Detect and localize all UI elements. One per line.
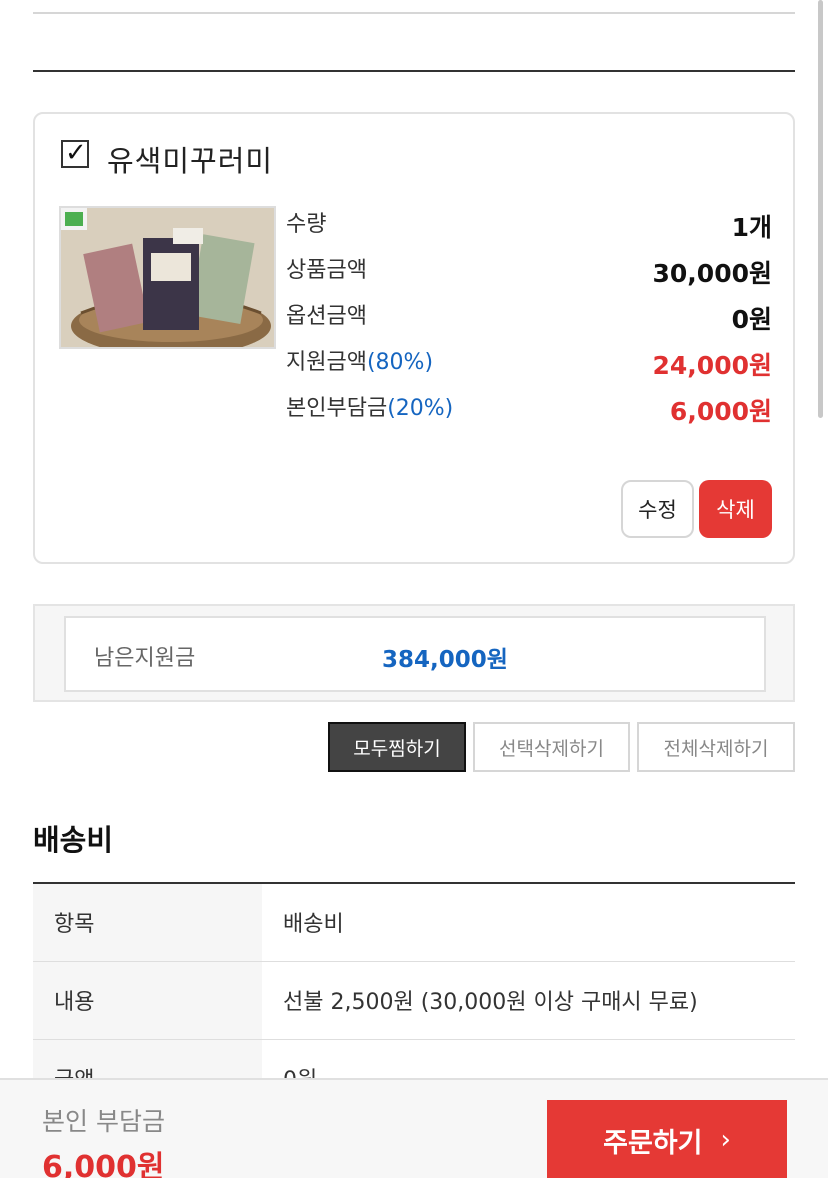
wishlist-all-button[interactable]: 모두찜하기 [328, 722, 466, 772]
info-value: 30,000원 [652, 259, 772, 288]
shipping-title: 배송비 [33, 823, 114, 857]
info-label: 옵션금액 [286, 304, 367, 329]
table-row: 내용 선불 2,500원 (30,000원 이상 구매시 무료) [33, 962, 795, 1040]
self-pay-value: 6,000원 [42, 1150, 165, 1178]
delete-all-button[interactable]: 전체삭제하기 [637, 722, 795, 772]
info-label: 지원금액(80%) [286, 350, 434, 375]
info-label: 상품금액 [286, 258, 367, 283]
info-value: 24,000원 [652, 351, 772, 380]
edit-button[interactable]: 수정 [621, 480, 694, 538]
checkmark-icon: ✓ [65, 138, 87, 168]
percent-label: (20%) [387, 396, 454, 421]
table-key: 항목 [33, 884, 262, 961]
table-key: 내용 [33, 962, 262, 1039]
table-value: 배송비 [283, 912, 344, 937]
scrollbar-thumb[interactable] [818, 0, 823, 418]
product-name: 유색미꾸러미 [107, 144, 274, 178]
delete-selected-button[interactable]: 선택삭제하기 [473, 722, 630, 772]
remaining-support-box: 남은지원금 384,000원 [33, 604, 795, 702]
order-button[interactable]: 주문하기 › [547, 1100, 787, 1178]
info-label: 수량 [286, 212, 327, 237]
delete-button[interactable]: 삭제 [699, 480, 772, 538]
top-divider [33, 12, 795, 14]
percent-label: (80%) [366, 350, 434, 375]
info-row-product-price: 상품금액 30,000원 [286, 252, 772, 298]
info-value: 6,000원 [669, 397, 772, 426]
info-row-quantity: 수량 1개 [286, 206, 772, 252]
remaining-support-label: 남은지원금 [94, 646, 196, 671]
table-value: 선불 2,500원 (30,000원 이상 구매시 무료) [283, 990, 698, 1015]
info-label: 본인부담금(20%) [286, 396, 454, 421]
remaining-support-value: 384,000원 [382, 647, 508, 673]
order-button-label: 주문하기 [603, 1127, 703, 1159]
bottom-order-bar: 본인 부담금 6,000원 주문하기 › [0, 1078, 828, 1178]
product-photo [61, 208, 274, 347]
info-row-option-price: 옵션금액 0원 [286, 298, 772, 344]
table-row: 항목 배송비 [33, 884, 795, 962]
price-info: 수량 1개 상품금액 30,000원 옵션금액 0원 지원금액(80%) 24,… [286, 206, 772, 436]
info-row-self-pay: 본인부담금(20%) 6,000원 [286, 390, 772, 436]
info-row-support-amount: 지원금액(80%) 24,000원 [286, 344, 772, 390]
info-value: 0원 [731, 305, 772, 334]
item-checkbox[interactable]: ✓ [61, 138, 89, 168]
product-thumbnail[interactable] [59, 206, 276, 349]
info-value: 1개 [731, 213, 772, 242]
cart-item-card: ✓ 유색미꾸러미 수량 1개 상품금액 30,000원 옵션금액 0원 지원금액… [33, 112, 795, 564]
remaining-support-inner: 남은지원금 384,000원 [64, 616, 766, 692]
self-pay-label: 본인 부담금 [42, 1107, 165, 1136]
section-divider [33, 70, 795, 72]
chevron-right-icon: › [720, 1125, 731, 1155]
